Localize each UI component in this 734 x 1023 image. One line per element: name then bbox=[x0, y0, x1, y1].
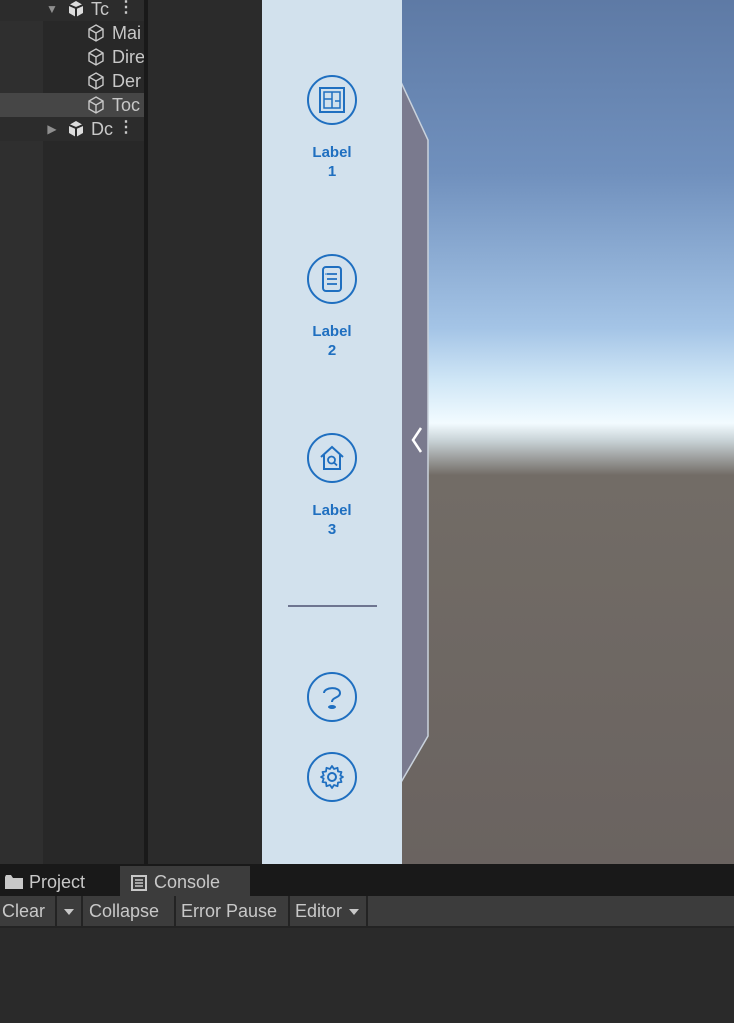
hierarchy-item-label: Dire bbox=[112, 47, 144, 67]
hierarchy-panel: ▼ Tc ⋮ Mai Dire Der Toc ▶ Dc ⋮ bbox=[0, 0, 144, 864]
gameobject-cube-icon bbox=[88, 96, 104, 114]
gameobject-cube-icon bbox=[88, 72, 104, 90]
help-button[interactable] bbox=[262, 672, 402, 722]
hierarchy-item[interactable]: Mai bbox=[0, 21, 144, 45]
label-line1: Label bbox=[312, 502, 352, 519]
collapse-toggle[interactable]: Collapse bbox=[83, 896, 176, 926]
hierarchy-item-label: Toc bbox=[112, 95, 141, 115]
gameobject-cube-icon bbox=[88, 24, 104, 42]
hierarchy-item-label: Tc bbox=[91, 0, 109, 19]
console-toolbar: Clear Collapse Error Pause Editor bbox=[0, 896, 734, 928]
floorplan-icon[interactable] bbox=[307, 75, 357, 125]
hierarchy-item-label: Mai bbox=[112, 23, 142, 43]
house-search-icon[interactable] bbox=[307, 433, 357, 483]
label-line2: 2 bbox=[327, 342, 337, 359]
clear-options-dropdown[interactable] bbox=[57, 896, 83, 926]
kebab-menu-icon[interactable]: ⋮ bbox=[118, 117, 134, 141]
scene-view-background bbox=[148, 0, 262, 864]
nav-button-label: Label 1 bbox=[262, 143, 402, 181]
nav-button-1[interactable]: Label 1 bbox=[262, 75, 402, 181]
help-icon[interactable] bbox=[307, 672, 357, 722]
settings-gear-icon[interactable] bbox=[307, 752, 357, 802]
game-view bbox=[402, 0, 734, 864]
tab-label: Project bbox=[29, 872, 86, 892]
tab-project[interactable]: Project bbox=[0, 866, 118, 896]
prefab-cube-icon bbox=[68, 1, 84, 17]
label-line1: Label bbox=[312, 144, 352, 161]
hierarchy-item-prefab-root[interactable]: ▶ Dc ⋮ bbox=[0, 117, 144, 141]
label-line2: 1 bbox=[327, 163, 337, 180]
nav-button-label: Label 3 bbox=[262, 501, 402, 539]
gameobject-cube-icon bbox=[88, 48, 104, 66]
list-document-icon[interactable] bbox=[307, 254, 357, 304]
settings-button[interactable] bbox=[262, 752, 402, 802]
tab-bar: Project Console bbox=[0, 864, 734, 896]
hierarchy-item-label: Dc bbox=[91, 119, 113, 139]
prefab-cube-icon bbox=[68, 121, 84, 137]
nav-button-3[interactable]: Label 3 bbox=[262, 433, 402, 539]
chevron-down-icon bbox=[64, 909, 74, 916]
hierarchy-item-label: Der bbox=[112, 71, 142, 91]
panel-divider bbox=[288, 605, 377, 607]
clear-button[interactable]: Clear bbox=[0, 896, 57, 926]
nav-button-2[interactable]: Label 2 bbox=[262, 254, 402, 360]
folder-icon bbox=[5, 875, 23, 889]
label-line1: Label bbox=[312, 323, 352, 340]
kebab-menu-icon[interactable]: ⋮ bbox=[118, 0, 134, 21]
bottom-panel: Project Console Clear Collapse Error Pau… bbox=[0, 864, 734, 1023]
chevron-down-icon bbox=[349, 909, 360, 916]
collapse-tab[interactable] bbox=[400, 80, 430, 784]
error-pause-toggle[interactable]: Error Pause bbox=[176, 896, 290, 926]
hierarchy-item[interactable]: Der bbox=[0, 69, 144, 93]
label-line2: 3 bbox=[327, 521, 337, 538]
nav-button-label: Label 2 bbox=[262, 322, 402, 360]
hierarchy-item-selected[interactable]: Toc bbox=[0, 93, 144, 117]
hierarchy-item-prefab-root[interactable]: ▼ Tc ⋮ bbox=[0, 0, 144, 21]
expand-down-icon[interactable]: ▼ bbox=[45, 0, 59, 21]
editor-dropdown-label: Editor bbox=[295, 901, 343, 921]
console-icon bbox=[131, 875, 147, 891]
tab-console[interactable]: Console bbox=[120, 866, 250, 896]
editor-dropdown[interactable]: Editor bbox=[290, 896, 368, 926]
hierarchy-item[interactable]: Dire bbox=[0, 45, 144, 69]
console-log-area[interactable] bbox=[0, 928, 734, 1023]
tab-label: Console bbox=[154, 872, 221, 892]
expand-right-icon[interactable]: ▶ bbox=[45, 117, 59, 141]
